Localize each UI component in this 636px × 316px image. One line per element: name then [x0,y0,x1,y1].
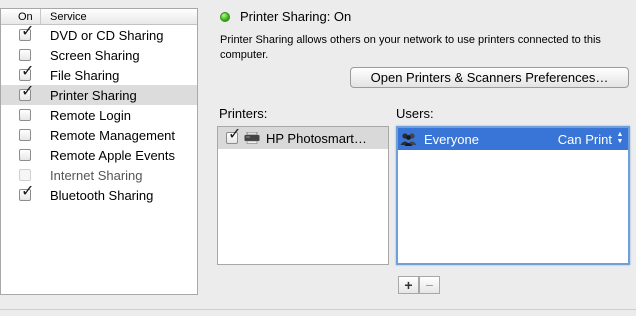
service-row[interactable]: ✓ Remote Login [1,105,197,125]
service-description: Printer Sharing allows others on your ne… [220,34,601,61]
service-enable-checkbox[interactable]: ✓ [19,149,31,161]
service-checkbox-cell: ✓ [1,169,50,181]
service-enable-checkbox[interactable]: ✓ [19,109,31,121]
popup-arrows-icon[interactable]: ▲ ▼ [616,131,624,145]
service-list[interactable]: On Service ✓ DVD or CD Sharing ✓ Screen Sha… [0,8,198,295]
service-label: File Sharing [50,67,120,83]
service-row[interactable]: ✓ Internet Sharing [1,165,197,185]
printer-icon [244,132,260,144]
users-label: Users: [396,106,434,121]
column-header-service[interactable]: Service [41,11,87,23]
service-label: Internet Sharing [50,167,143,183]
service-label: Screen Sharing [50,47,140,63]
service-rows: ✓ DVD or CD Sharing ✓ Screen Sharing ✓ File S… [1,24,197,205]
service-label: Bluetooth Sharing [50,187,154,203]
checkmark-icon: ✓ [21,63,35,80]
service-checkbox-cell: ✓ [1,184,50,201]
printers-label: Printers: [219,106,268,121]
service-checkbox-cell: ✓ [1,84,50,101]
service-checkbox-cell: ✓ [1,129,50,141]
service-checkbox-cell: ✓ [1,64,50,81]
user-name: Everyone [424,131,479,147]
service-row[interactable]: ✓ File Sharing [1,64,197,85]
remove-user-button[interactable]: − [419,276,440,294]
service-enable-checkbox: ✓ [19,169,31,181]
service-label: Remote Management [50,127,176,143]
service-label: Remote Login [50,107,131,123]
printers-list[interactable]: ✓ HP Photosmart… [217,126,389,265]
service-label: Printer Sharing [50,87,137,103]
service-row[interactable]: ✓ DVD or CD Sharing [1,24,197,45]
service-enable-checkbox[interactable]: ✓ [19,129,31,141]
open-printers-scanners-preferences-button[interactable]: Open Printers & Scanners Preferences… [350,67,629,88]
service-enable-checkbox[interactable]: ✓ [19,49,31,61]
checkmark-icon: ✓ [21,23,35,40]
service-label: DVD or CD Sharing [50,27,164,43]
service-label: Remote Apple Events [50,147,176,163]
service-enable-checkbox[interactable]: ✓ [19,64,34,81]
service-row[interactable]: ✓ Screen Sharing [1,45,197,65]
service-row[interactable]: ✓ Bluetooth Sharing [1,184,197,205]
user-group-icon [400,133,417,146]
service-checkbox-cell: ✓ [1,109,50,121]
user-row[interactable]: Everyone Can Print ▲ ▼ [398,128,628,150]
users-list[interactable]: Everyone Can Print ▲ ▼ [396,126,630,265]
service-enable-checkbox[interactable]: ✓ [19,184,34,201]
checkmark-icon: ✓ [21,183,35,200]
column-header-on[interactable]: On [1,9,41,24]
printer-row[interactable]: ✓ HP Photosmart… [218,127,388,149]
add-user-button[interactable]: + [398,276,419,294]
printer-name: HP Photosmart… [266,130,367,146]
user-permission-popup[interactable]: Can Print [558,132,612,147]
service-checkbox-cell: ✓ [1,149,50,161]
status-title: Printer Sharing: On [240,9,352,24]
bottom-divider [0,309,636,310]
service-checkbox-cell: ✓ [1,24,50,41]
service-checkbox-cell: ✓ [1,49,50,61]
service-enable-checkbox[interactable]: ✓ [19,24,34,41]
service-enable-checkbox[interactable]: ✓ [19,84,34,101]
service-row[interactable]: ✓ Remote Apple Events [1,145,197,165]
service-row[interactable]: ✓ Printer Sharing [1,84,197,105]
service-row[interactable]: ✓ Remote Management [1,125,197,145]
checkmark-icon: ✓ [21,83,35,100]
printer-share-checkbox[interactable]: ✓ [226,127,241,144]
status-indicator-icon [220,12,230,22]
